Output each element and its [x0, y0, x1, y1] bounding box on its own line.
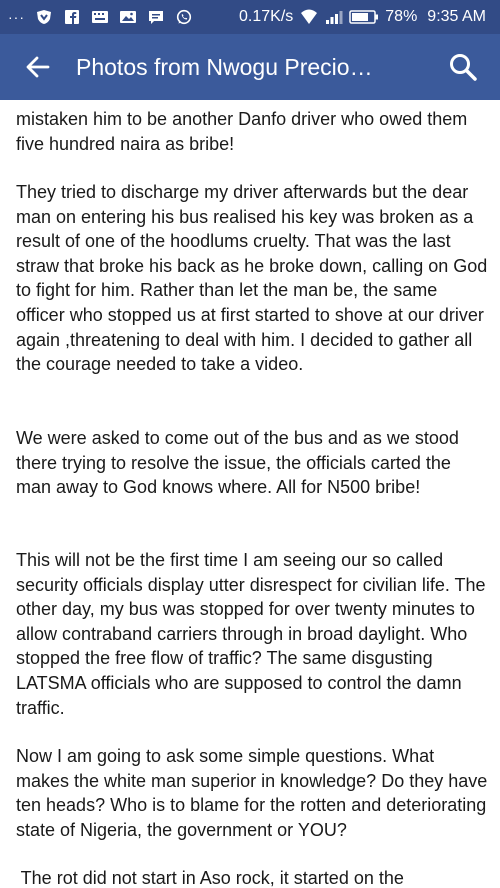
- shield-icon: [37, 10, 51, 24]
- image-icon: [120, 11, 136, 23]
- signal-icon: [326, 11, 343, 24]
- paragraph-2: They tried to discharge my driver afterw…: [16, 182, 488, 375]
- battery-percent: 78%: [385, 8, 418, 25]
- notification-icons: ···: [0, 9, 193, 25]
- facebook-icon: [65, 10, 79, 24]
- paragraph-1: mistaken him to be another Danfo driver …: [16, 109, 468, 154]
- page-title: Photos from Nwogu Precio…: [76, 53, 373, 80]
- network-speed: 0.17K/s: [239, 8, 294, 25]
- status-bar: ··· 0.17K/s 78% 9:35 AM: [0, 0, 500, 34]
- system-status: 0.17K/s 78% 9:35 AM: [239, 8, 500, 26]
- keyboard-icon: [92, 11, 108, 23]
- wifi-icon: [301, 9, 318, 24]
- paragraph-4: This will not be the first time I am see…: [16, 550, 486, 718]
- paragraph-5: Now I am going to ask some simple questi…: [16, 746, 488, 840]
- search-icon[interactable]: [448, 52, 478, 82]
- post-content[interactable]: mistaken him to be another Danfo driver …: [0, 100, 500, 888]
- battery-icon: [349, 10, 379, 24]
- clock: 9:35 AM: [427, 8, 486, 25]
- more-notifications-text: ···: [8, 9, 25, 25]
- paragraph-6: The rot did not start in Aso rock, it st…: [16, 868, 404, 888]
- back-arrow-icon[interactable]: [24, 53, 52, 81]
- messenger-icon: [149, 11, 163, 24]
- paragraph-3: We were asked to come out of the bus and…: [16, 428, 459, 498]
- app-bar: Photos from Nwogu Precio…: [0, 34, 500, 100]
- whatsapp-icon: [176, 9, 192, 25]
